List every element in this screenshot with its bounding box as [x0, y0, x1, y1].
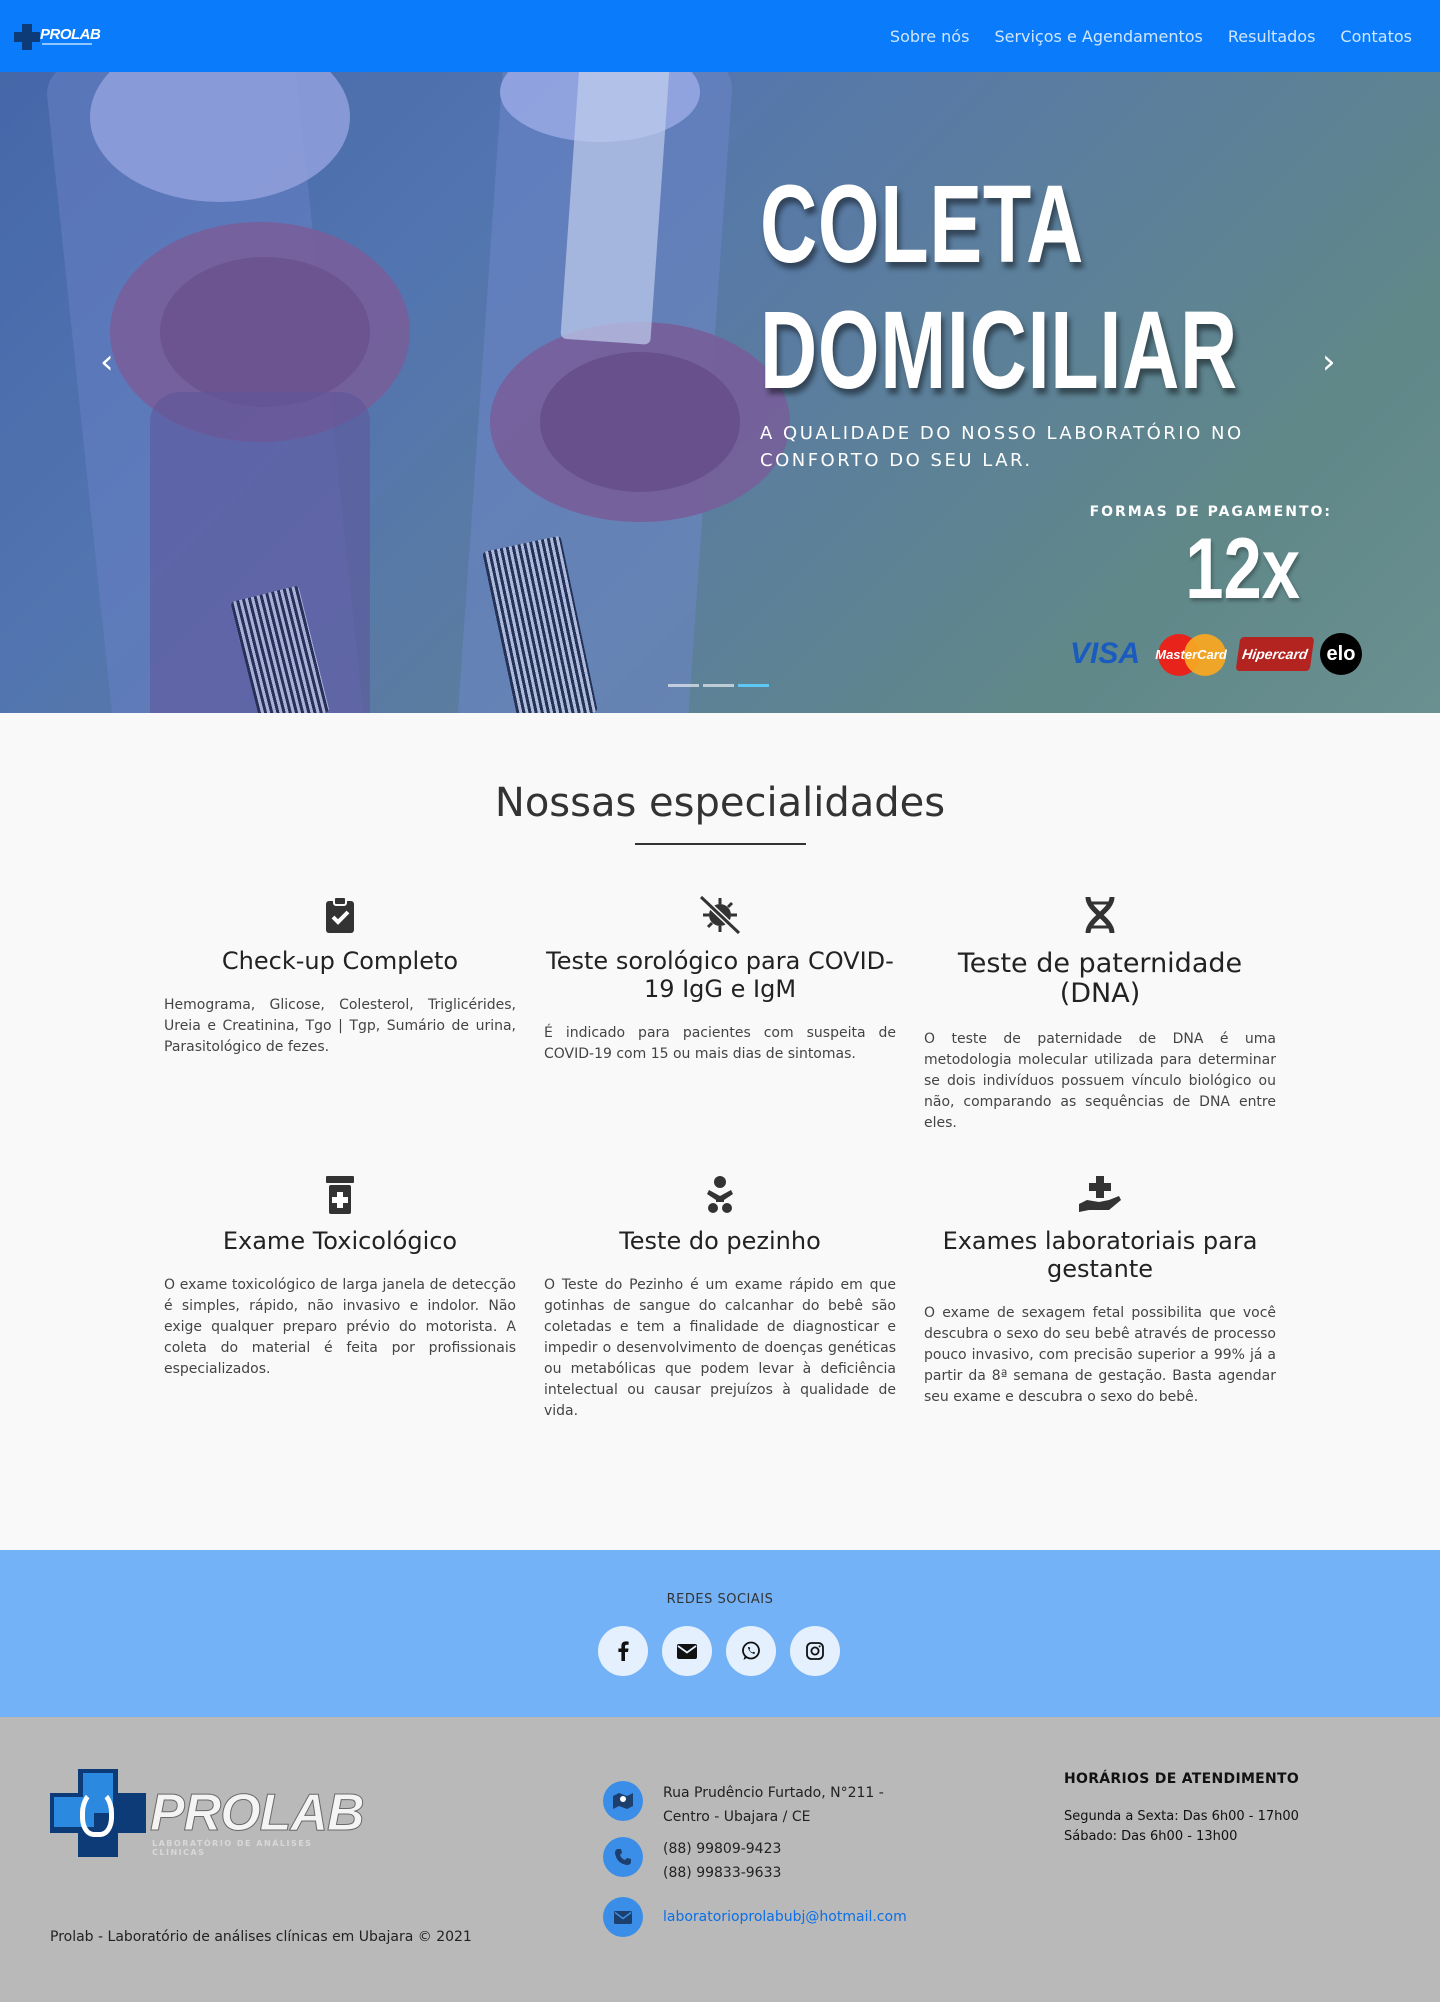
specialty-item: Teste de paternidade (DNA) O teste de pa…: [924, 895, 1276, 1134]
hipercard-logo: Hipercard: [1235, 637, 1315, 671]
specialty-name: Exames laboratoriais para gestante: [942, 1227, 1258, 1283]
carousel-indicator-3[interactable]: [738, 684, 769, 687]
specialty-name: Exame Toxicológico: [222, 1227, 458, 1255]
instagram-icon: [806, 1642, 824, 1660]
prescription-bottle-icon: [164, 1175, 516, 1215]
hours-saturday: Sábado: Das 6h00 - 13h00: [1064, 1829, 1238, 1844]
specialty-description: O exame de sexagem fetal possibilita que…: [924, 1305, 1276, 1405]
nav-link-servicos[interactable]: Serviços e Agendamentos: [994, 27, 1202, 46]
footer: PROLAB LABORATÓRIO DE ANÁLISES CLÍNICAS …: [0, 1717, 1440, 2002]
payment-label: FORMAS DE PAGAMENTO:: [1089, 504, 1332, 520]
specialty-item: Teste sorológico para COVID-19 IgG e IgM…: [544, 895, 896, 1065]
contact-phone: (88) 99809-9423 (88) 99833-9633: [603, 1837, 781, 1885]
hero-title-line1: COLETA: [760, 163, 1085, 286]
logo-cross-icon: [14, 24, 40, 50]
map-icon: [603, 1781, 643, 1821]
specialties-title-underline: [635, 843, 806, 845]
specialty-item: Check-up Completo Hemograma, Glicose, Co…: [164, 895, 516, 1058]
email-icon: [677, 1643, 697, 1659]
contact-address: Rua Prudêncio Furtado, N°211 - Centro - …: [603, 1781, 884, 1829]
social-icons: [598, 1626, 840, 1676]
logo-cross-icon: [50, 1769, 146, 1857]
nav-link-sobre[interactable]: Sobre nós: [890, 27, 970, 46]
specialty-description: O exame toxicológico de larga janela de …: [164, 1277, 516, 1377]
carousel-indicator-1[interactable]: [668, 684, 699, 687]
specialties-title: Nossas especialidades: [494, 780, 946, 826]
specialty-description: Hemograma, Glicose, Colesterol, Triglicé…: [164, 997, 516, 1055]
carousel-next-button[interactable]: ›: [1322, 342, 1336, 382]
dna-icon: [924, 895, 1276, 935]
carousel-indicator-2[interactable]: [703, 684, 734, 687]
hours-title: HORÁRIOS DE ATENDIMENTO: [1064, 1771, 1300, 1787]
phone-1[interactable]: (88) 99809-9423: [663, 1837, 781, 1861]
visa-logo: VISA: [1069, 637, 1141, 670]
specialty-name: Check-up Completo: [221, 947, 459, 975]
nav-logo-text: PROLAB: [40, 26, 101, 43]
social-title: REDES SOCIAIS: [666, 1592, 774, 1607]
hero-subtitle: A qualidade do nosso laboratório no conf…: [760, 423, 1244, 471]
facebook-icon: [618, 1641, 629, 1661]
footer-logo-subtitle: LABORATÓRIO DE ANÁLISES CLÍNICAS: [152, 1839, 313, 1857]
address-line-1: Rua Prudêncio Furtado, N°211 -: [663, 1785, 884, 1801]
specialty-description: É indicado para pacientes com suspeita d…: [544, 1025, 896, 1062]
carousel-indicators: [668, 684, 769, 687]
clipboard-check-icon: [164, 895, 516, 935]
mastercard-text: MasterCard: [1155, 647, 1227, 662]
hours-weekdays: Segunda a Sexta: Das 6h00 - 17h00: [1064, 1809, 1299, 1824]
nav-logo-underline: [42, 43, 92, 45]
navbar: PROLAB Sobre nós Serviços e Agendamentos…: [0, 0, 1440, 72]
email-button[interactable]: [662, 1626, 712, 1676]
specialty-name: Teste de paternidade (DNA): [957, 948, 1243, 1009]
email-link[interactable]: laboratorioprolabubj@hotmail.com: [663, 1909, 907, 1925]
virus-slash-icon: [544, 895, 896, 935]
email-icon: [603, 1897, 643, 1937]
phone-text: (88) 99809-9423 (88) 99833-9633: [663, 1837, 781, 1885]
opening-hours: HORÁRIOS DE ATENDIMENTO Segunda a Sexta:…: [1064, 1771, 1299, 1847]
payment-cards: VISA MasterCard Hipercard elo: [1066, 632, 1376, 676]
specialty-description: O teste de paternidade de DNA é uma meto…: [924, 1031, 1276, 1131]
facebook-button[interactable]: [598, 1626, 648, 1676]
specialty-description: O Teste do Pezinho é um exame rápido em …: [544, 1277, 896, 1419]
social-section: REDES SOCIAIS: [0, 1550, 1440, 1717]
address-line-2: Centro - Ubajara / CE: [663, 1809, 811, 1825]
hand-holding-medical-icon: [924, 1175, 1276, 1215]
specialty-item: Exame Toxicológico O exame toxicológico …: [164, 1175, 516, 1380]
baby-icon: [544, 1175, 896, 1215]
phone-2[interactable]: (88) 99833-9633: [663, 1861, 781, 1885]
phone-icon: [603, 1837, 643, 1877]
elo-logo: elo: [1320, 633, 1362, 675]
microscope-icon: [80, 1789, 114, 1837]
instagram-button[interactable]: [790, 1626, 840, 1676]
whatsapp-icon: [742, 1641, 760, 1660]
specialty-name: Teste sorológico para COVID-19 IgG e IgM: [546, 947, 894, 1003]
nav-link-contatos[interactable]: Contatos: [1340, 27, 1412, 46]
hero-title-line2: DOMICILIAR: [760, 289, 1238, 412]
hero-carousel: COLETA DOMICILIAR A qualidade do nosso l…: [0, 72, 1440, 713]
footer-logo-text: PROLAB: [150, 1784, 366, 1842]
address-text: Rua Prudêncio Furtado, N°211 - Centro - …: [663, 1781, 884, 1829]
nav-logo[interactable]: PROLAB: [14, 20, 101, 52]
carousel-prev-button[interactable]: ‹: [100, 342, 114, 382]
hero-title: COLETA DOMICILIAR: [760, 162, 1238, 414]
footer-logo: PROLAB LABORATÓRIO DE ANÁLISES CLÍNICAS: [50, 1769, 365, 1859]
specialty-item: Exames laboratoriais para gestante O exa…: [924, 1175, 1276, 1408]
nav-link-resultados[interactable]: Resultados: [1228, 27, 1316, 46]
specialty-item: Teste do pezinho O Teste do Pezinho é um…: [544, 1175, 896, 1422]
mastercard-logo: MasterCard: [1152, 634, 1230, 676]
whatsapp-button[interactable]: [726, 1626, 776, 1676]
email-text: laboratorioprolabubj@hotmail.com: [663, 1897, 907, 1929]
footer-copyright: Prolab - Laboratório de análises clínica…: [50, 1929, 472, 1945]
specialty-name: Teste do pezinho: [619, 1227, 821, 1255]
installments-text: 12x: [1185, 521, 1300, 617]
contact-email: laboratorioprolabubj@hotmail.com: [603, 1897, 907, 1937]
nav-links: Sobre nós Serviços e Agendamentos Result…: [890, 0, 1412, 72]
